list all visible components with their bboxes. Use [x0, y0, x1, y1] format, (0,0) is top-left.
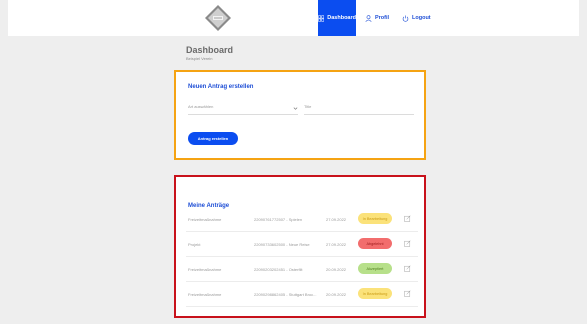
dashboard-icon [318, 14, 325, 22]
nav-logout-label: Logout [412, 15, 431, 21]
chevron-down-icon [293, 107, 298, 110]
request-date: 20.09.2022 [326, 267, 347, 272]
requests-table: Freizeitmaßnahme 22090761772507 - Spiele… [186, 207, 418, 307]
request-type-select[interactable]: Art auswählen [188, 104, 298, 115]
request-number: 22090203202451 - Osterfilt [254, 267, 303, 272]
request-type-placeholder: Art auswählen [188, 104, 214, 109]
page-title: Dashboard [186, 45, 234, 55]
table-row[interactable]: Freizeitmaßnahme 22090761772507 - Spiele… [186, 207, 418, 232]
edit-icon[interactable] [404, 215, 411, 222]
request-type: Freizeitmaßnahme [188, 267, 222, 272]
user-icon [365, 14, 372, 22]
edit-icon[interactable] [404, 290, 411, 297]
top-navigation-bar: Dashboard Profil Logout [8, 0, 579, 36]
request-type: Freizeitmaßnahme [188, 292, 222, 297]
create-request-button[interactable]: Antrag erstellen [188, 132, 238, 145]
title-input[interactable]: Title [304, 104, 414, 115]
edit-icon[interactable] [404, 240, 411, 247]
power-icon [402, 15, 409, 22]
request-number: 22090733602500 - Neue Reise [254, 242, 310, 247]
table-row[interactable]: Projekt 22090733602500 - Neue Reise 27.0… [186, 232, 418, 257]
request-type: Projekt [188, 242, 201, 247]
nav-profil-label: Profil [375, 15, 390, 21]
request-number: 22090298862405 - Stuttgart Broc... [254, 292, 317, 297]
table-row[interactable]: Freizeitmaßnahme 22090298862405 - Stuttg… [186, 282, 418, 307]
status-badge: Abgelehnt [358, 238, 392, 249]
edit-icon[interactable] [404, 265, 411, 272]
request-date: 27.09.2022 [326, 242, 347, 247]
nav-dashboard[interactable]: Dashboard [318, 0, 356, 36]
table-row[interactable]: Freizeitmaßnahme 22090203202451 - Osterf… [186, 257, 418, 282]
nav-logout[interactable]: Logout [402, 0, 431, 36]
request-date: 27.09.2022 [326, 217, 347, 222]
status-badge: In Bearbeitung [358, 213, 392, 224]
request-number: 22090761772507 - Spielen [254, 217, 303, 222]
status-badge: In Bearbeitung [358, 288, 392, 299]
badge-logo-icon[interactable] [204, 4, 232, 32]
page-subtitle: Beispiel Verein [186, 56, 213, 61]
request-type: Freizeitmaßnahme [188, 217, 222, 222]
nav-dashboard-label: Dashboard [327, 15, 356, 21]
title-input-placeholder: Title [304, 104, 312, 109]
new-request-heading: Neuen Antrag erstellen [188, 84, 254, 90]
nav-profil[interactable]: Profil [365, 0, 389, 36]
my-requests-panel: Meine Anträge Freizeitmaßnahme 220907617… [174, 175, 426, 318]
status-badge: Akzeptiert [358, 263, 392, 274]
request-date: 20.09.2022 [326, 292, 347, 297]
new-request-panel: Neuen Antrag erstellen Art auswählen Tit… [174, 70, 426, 160]
